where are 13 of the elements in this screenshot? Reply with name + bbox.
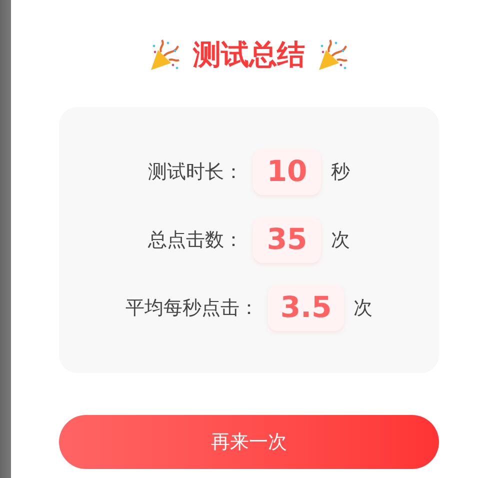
stat-label: 平均每秒点击： [125,296,258,321]
stat-label: 总点击数： [148,228,243,253]
stat-value: 35 [253,217,321,263]
stat-label: 测试时长： [148,160,243,185]
stat-unit: 次 [354,296,373,321]
stat-unit: 秒 [331,160,350,185]
summary-title: 测试总结 [193,37,305,73]
stat-value: 10 [253,149,321,195]
stat-value: 3.5 [268,285,344,331]
party-popper-icon [149,38,181,72]
party-popper-icon [317,38,349,72]
retry-button[interactable]: 再来一次 [59,415,439,469]
stat-unit: 次 [331,228,350,253]
